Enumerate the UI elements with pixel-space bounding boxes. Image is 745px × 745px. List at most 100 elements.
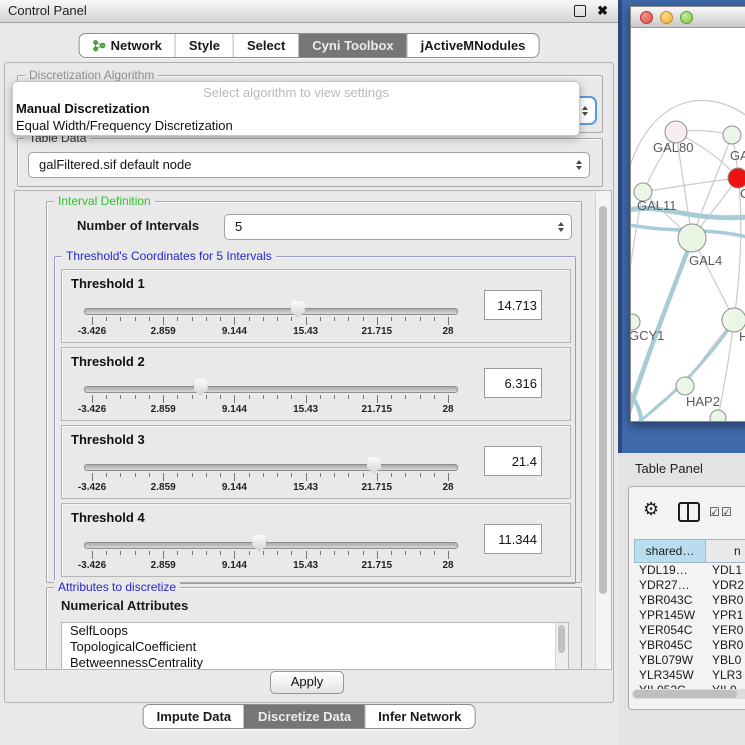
table-row[interactable]: YBR043CYBR0 [634,593,745,608]
table-data-combobox[interactable]: galFiltered.sif default node [28,152,590,178]
tick-mark [135,317,136,321]
cell-name[interactable]: YBR0 [705,638,745,653]
cell-shared-name[interactable]: YER054C [634,623,705,638]
table-row[interactable]: YER054CYER0 [634,623,745,638]
table-row[interactable]: YLR345WYLR3 [634,668,745,683]
slider-thumb[interactable] [252,535,266,552]
tick-mark [92,551,93,559]
float-window-icon[interactable] [574,5,586,17]
number-of-intervals-value: 5 [225,215,571,239]
table-hscrollbar-thumb[interactable] [633,690,737,698]
cell-name[interactable]: YBL0 [705,653,745,668]
cell-name[interactable]: YBR0 [705,593,745,608]
attribute-item[interactable]: TopologicalCoefficient [62,639,568,655]
close-icon[interactable]: ✖ [597,6,608,16]
table-row[interactable]: YPR145WYPR1 [634,608,745,623]
table-row[interactable]: YDL19…YDL1 [634,563,745,578]
zoom-traffic-light[interactable] [680,11,693,24]
panel-scrollbar[interactable] [595,191,611,669]
algorithm-dropdown-popup: Select algorithm to view settings Manual… [12,81,580,136]
table-panel-title: Table Panel [635,461,703,476]
attribute-item[interactable]: SelfLoops [62,623,568,639]
network-node-ga[interactable] [723,126,741,144]
numerical-attributes-list[interactable]: SelfLoopsTopologicalCoefficientBetweenne… [61,622,569,670]
tab-network[interactable]: Network [80,34,175,57]
network-node[interactable] [710,410,726,421]
tick-mark [348,551,349,555]
cell-name[interactable]: YPR1 [705,608,745,623]
cell-shared-name[interactable]: YDR27… [634,578,705,593]
panel-scrollbar-thumb[interactable] [599,206,607,594]
tick-label: 9.144 [222,326,247,337]
tick-mark [92,317,93,325]
column-header-shared-name[interactable]: shared… [635,540,706,562]
slider-tick-labels: -3.4262.8599.14415.4321.71528 [92,560,448,571]
tab-infer-network[interactable]: Infer Network [364,705,474,728]
tick-label: 21.715 [362,482,393,493]
network-canvas[interactable]: GAL80GACGAL11GAL4GCY1HHAP2 [631,28,745,421]
tick-mark [220,317,221,321]
split-view-icon[interactable] [678,502,700,522]
close-traffic-light[interactable] [640,11,653,24]
network-node-hap2[interactable] [676,377,694,395]
tab-impute-data[interactable]: Impute Data [144,705,244,728]
network-node-gal4[interactable] [678,224,706,252]
minimize-traffic-light[interactable] [660,11,673,24]
tick-mark [334,317,335,321]
cell-name[interactable]: YLR3 [705,668,745,683]
table-hscrollbar[interactable] [632,689,745,699]
slider-track[interactable] [84,464,458,471]
checkbox-icon[interactable]: ☑ [721,506,732,518]
tick-mark [334,473,335,477]
cell-name[interactable]: YER0 [705,623,745,638]
tab-style[interactable]: Style [175,34,233,57]
cell-shared-name[interactable]: YPR145W [634,608,705,623]
threshold-value-field[interactable] [484,524,542,554]
threshold-value-field[interactable] [484,290,542,320]
tab-cyni-toolbox[interactable]: Cyni Toolbox [298,34,406,57]
checkbox-icon[interactable]: ☑ [709,506,720,518]
attribute-item[interactable]: BetweennessCentrality [62,655,568,670]
tick-mark [135,473,136,477]
table-row[interactable]: YBR045CYBR0 [634,638,745,653]
tab-select[interactable]: Select [233,34,298,57]
tab-jactivemnodules[interactable]: jActiveMNodules [407,34,539,57]
dropdown-option-manual[interactable]: Manual Discretization [13,100,579,117]
node-label: HAP2 [686,394,720,409]
number-of-intervals-combobox[interactable]: 5 [224,214,572,240]
list-scrollbar-thumb[interactable] [558,625,565,653]
list-scrollbar[interactable] [555,623,568,670]
threshold-value-field[interactable] [484,446,542,476]
tick-mark [405,395,406,399]
slider-track[interactable] [84,386,458,393]
network-node-c[interactable] [728,168,745,188]
slider-thumb[interactable] [194,379,208,396]
tick-mark [420,473,421,477]
gear-icon[interactable]: ⚙ [643,501,659,519]
cell-shared-name[interactable]: YDL19… [634,563,705,578]
tick-mark [135,395,136,399]
cell-shared-name[interactable]: YBR045C [634,638,705,653]
cell-shared-name[interactable]: YBL079W [634,653,705,668]
slider-track[interactable] [84,542,458,549]
cell-shared-name[interactable]: YLR345W [634,668,705,683]
table-header-row: shared… n [634,539,745,563]
slider-thumb[interactable] [367,457,381,474]
tick-mark [434,551,435,555]
cell-name[interactable]: YDL1 [705,563,745,578]
column-header-name[interactable]: n [706,540,745,562]
slider-thumb[interactable] [291,301,305,318]
table-data-group: Table Data galFiltered.sif default node [17,138,603,187]
slider-track[interactable] [84,308,458,315]
slider-ticks [92,317,448,326]
table-row[interactable]: YDR27…YDR2 [634,578,745,593]
tab-discretize-data[interactable]: Discretize Data [244,705,364,728]
cell-name[interactable]: YDR2 [705,578,745,593]
dropdown-option-equal-width[interactable]: Equal Width/Frequency Discretization [13,117,579,134]
threshold-value-field[interactable] [484,368,542,398]
cell-shared-name[interactable]: YBR043C [634,593,705,608]
threshold-panel: Threshold 4 -3.4262.8599.14415.4321.7152… [61,503,571,577]
interval-definition-group: Interval Definition Number of Intervals … [46,201,582,583]
apply-button[interactable]: Apply [270,671,344,694]
table-row[interactable]: YBL079WYBL0 [634,653,745,668]
